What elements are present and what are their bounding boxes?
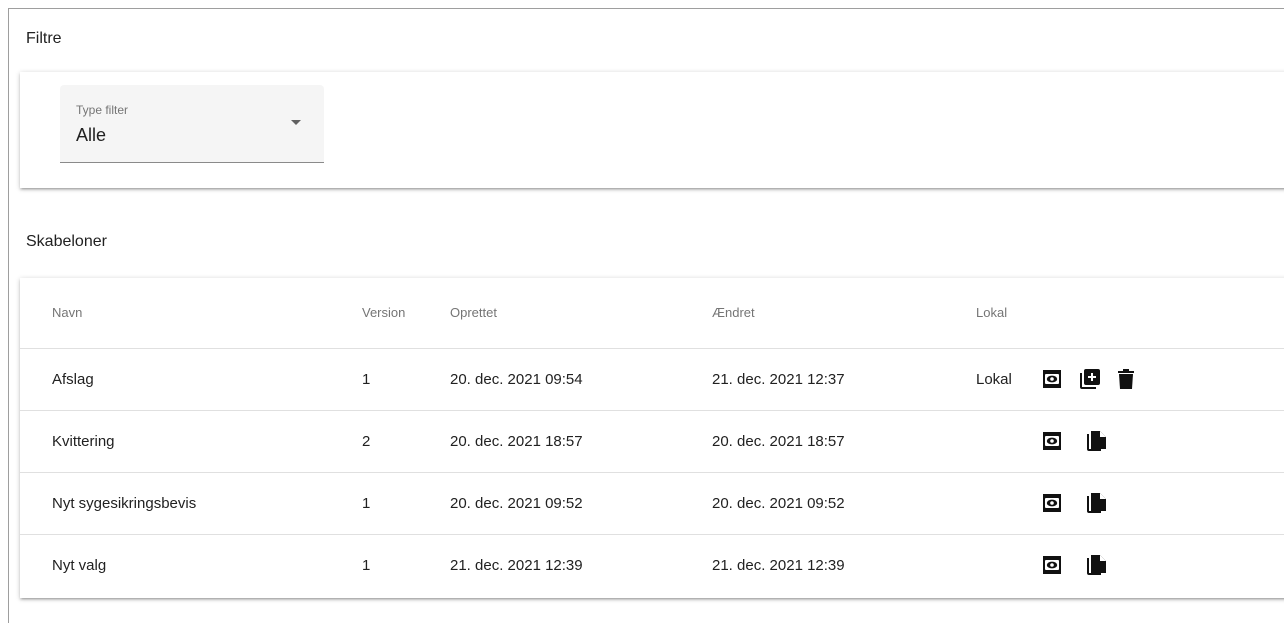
view-icon[interactable] xyxy=(1040,367,1064,391)
row-actions xyxy=(1040,348,1284,411)
add-copy-icon[interactable] xyxy=(1078,367,1102,391)
column-header-name[interactable]: Navn xyxy=(20,278,341,349)
template-created: 20. dec. 2021 09:54 xyxy=(430,348,692,411)
template-name: Nyt sygesikringsbevis xyxy=(20,472,341,535)
template-name: Nyt valg xyxy=(52,556,107,574)
table-row[interactable]: Nyt valg 1 21. dec. 2021 12:39 21. dec. 202… xyxy=(20,534,1284,596)
copy-icon[interactable] xyxy=(1084,553,1108,577)
view-icon[interactable] xyxy=(1040,553,1064,577)
column-header-changed[interactable]: Ændret xyxy=(692,278,956,349)
template-created: 20. dec. 2021 18:57 xyxy=(430,410,692,473)
action-group xyxy=(1040,553,1284,577)
template-changed: 20. dec. 2021 18:57 xyxy=(692,410,956,473)
row-actions xyxy=(1040,410,1284,473)
template-name: Kvittering xyxy=(20,410,341,473)
column-header-actions xyxy=(1040,278,1284,349)
action-group xyxy=(1040,491,1284,515)
template-local xyxy=(956,410,1040,473)
row-actions xyxy=(1040,472,1284,535)
table-row[interactable]: Afslag 1 20. dec. 2021 09:54 21. dec. 2021 … xyxy=(20,348,1284,411)
template-created: 20. dec. 2021 09:52 xyxy=(430,472,692,535)
template-local: Lokal xyxy=(956,348,1040,411)
template-version: 1 xyxy=(341,472,430,535)
type-filter-label: Type filter xyxy=(76,103,129,117)
filter-section-title: Filtre xyxy=(26,30,62,47)
table-row[interactable]: Kvittering 2 20. dec. 2021 18:57 20. dec. 2… xyxy=(20,410,1284,473)
table-row[interactable]: Nyt sygesikringsbevis 1 20. dec. 2021 09:5… xyxy=(20,472,1284,535)
filter-card: Type filter Alle xyxy=(20,72,1284,188)
template-changed: 20. dec. 2021 09:52 xyxy=(692,472,956,535)
type-filter-value: Alle xyxy=(76,125,107,145)
row-actions xyxy=(1040,534,1284,596)
delete-icon[interactable] xyxy=(1114,367,1138,391)
action-group xyxy=(1040,429,1284,453)
templates-table-card: Navn Version Oprettet Ændret Lokal Afsla… xyxy=(20,278,1284,598)
column-header-local[interactable]: Lokal xyxy=(956,278,1040,349)
template-created: 21. dec. 2021 12:39 xyxy=(450,556,583,574)
column-header-created[interactable]: Oprettet xyxy=(430,278,692,349)
templates-table: Navn Version Oprettet Ændret Lokal Afsla… xyxy=(20,278,1284,596)
template-local xyxy=(956,534,1040,596)
copy-icon[interactable] xyxy=(1084,491,1108,515)
template-name: Afslag xyxy=(20,348,341,411)
template-local xyxy=(956,472,1040,535)
dropdown-arrow-icon xyxy=(291,120,301,125)
template-version: 1 xyxy=(362,556,371,574)
view-icon[interactable] xyxy=(1040,491,1064,515)
template-version: 1 xyxy=(341,348,430,411)
copy-icon[interactable] xyxy=(1084,429,1108,453)
template-version: 2 xyxy=(341,410,430,473)
action-group xyxy=(1040,367,1284,391)
template-changed: 21. dec. 2021 12:39 xyxy=(712,556,845,574)
template-changed: 21. dec. 2021 12:37 xyxy=(692,348,956,411)
templates-section-title: Skabeloner xyxy=(26,233,107,250)
column-header-version[interactable]: Version xyxy=(341,278,430,349)
table-header-row: Navn Version Oprettet Ændret Lokal xyxy=(20,278,1284,349)
type-filter-select[interactable]: Type filter Alle xyxy=(60,85,324,163)
view-icon[interactable] xyxy=(1040,429,1064,453)
